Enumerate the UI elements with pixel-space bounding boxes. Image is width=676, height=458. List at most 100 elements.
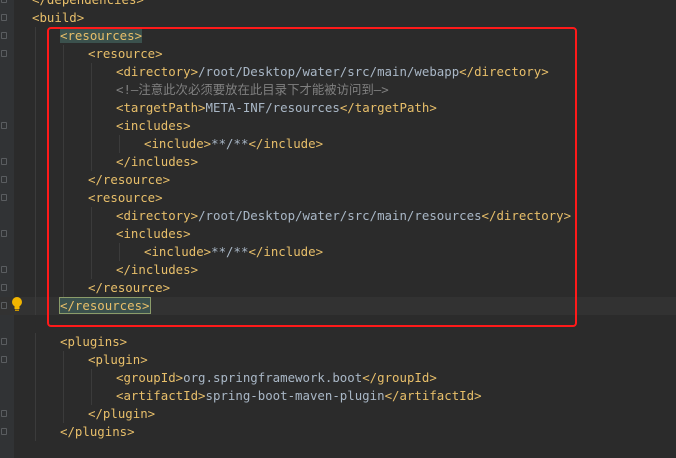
matched-tag: </resources>	[59, 297, 151, 314]
code-line[interactable]: <plugin>	[0, 351, 676, 369]
indent-guide	[35, 45, 36, 63]
indent-guide	[91, 99, 92, 117]
code-lines: </dependencies> <build> <resources> <resour…	[0, 0, 676, 441]
fold-marker-icon[interactable]	[1, 50, 7, 57]
indent-guide	[35, 243, 36, 261]
code-text: <!—注意此次必须要放在此目录下才能被访问到—>	[116, 81, 389, 99]
indent-guide	[35, 405, 36, 423]
indent-guide	[35, 27, 36, 45]
code-line[interactable]: </includes>	[0, 261, 676, 279]
code-line[interactable]: <directory>/root/Desktop/water/src/main/…	[0, 63, 676, 81]
indent-guide	[63, 225, 64, 243]
indent-guide	[91, 243, 92, 261]
code-line[interactable]: <resource>	[0, 45, 676, 63]
indent-guide	[63, 207, 64, 225]
code-line[interactable]: </resource>	[0, 171, 676, 189]
code-line[interactable]: </includes>	[0, 153, 676, 171]
code-line[interactable]: <include>**/**</include>	[0, 243, 676, 261]
code-text: </resource>	[88, 279, 170, 297]
xml-tag: </groupId>	[362, 370, 437, 385]
code-line[interactable]: <includes>	[0, 225, 676, 243]
indent-guide	[63, 171, 64, 189]
code-text: </resource>	[88, 171, 170, 189]
fold-marker-icon[interactable]	[1, 284, 7, 291]
indent-guide	[35, 333, 36, 351]
xml-tag: <build>	[32, 10, 85, 25]
fold-marker-icon[interactable]	[1, 194, 7, 201]
code-line[interactable]: <resources>	[0, 27, 676, 45]
xml-tag: <resource>	[88, 46, 163, 61]
fold-marker-icon[interactable]	[1, 0, 7, 3]
indent-guide	[63, 63, 64, 81]
code-line[interactable]: <plugins>	[0, 333, 676, 351]
xml-tag: <includes>	[116, 226, 191, 241]
indent-guide	[91, 207, 92, 225]
code-text: <artifactId>spring-boot-maven-plugin</ar…	[116, 387, 482, 405]
xml-tag: <groupId>	[116, 370, 184, 385]
code-line[interactable]: </plugins>	[0, 423, 676, 441]
code-text: <includes>	[116, 225, 191, 243]
fold-marker-icon[interactable]	[1, 158, 7, 165]
indent-guide	[63, 243, 64, 261]
indent-guide	[63, 45, 64, 63]
code-line[interactable]: <artifactId>spring-boot-maven-plugin</ar…	[0, 387, 676, 405]
code-line[interactable]: <build>	[0, 9, 676, 27]
code-line[interactable]: <directory>/root/Desktop/water/src/main/…	[0, 207, 676, 225]
code-line[interactable]: <groupId>org.springframework.boot</group…	[0, 369, 676, 387]
indent-guide	[35, 369, 36, 387]
fold-marker-icon[interactable]	[1, 428, 7, 435]
code-line[interactable]: </plugin>	[0, 405, 676, 423]
code-text: </resources>	[59, 297, 151, 315]
xml-tag: </dependencies>	[32, 0, 144, 7]
indent-guide	[63, 189, 64, 207]
code-editor[interactable]: </dependencies> <build> <resources> <resour…	[0, 0, 676, 458]
code-text: <include>**/**</include>	[144, 243, 323, 261]
xml-tag: <targetPath>	[116, 100, 206, 115]
code-text: <include>**/**</include>	[144, 135, 323, 153]
fold-marker-icon[interactable]	[1, 32, 7, 39]
code-line[interactable]: <targetPath>META-INF/resources</targetPa…	[0, 99, 676, 117]
code-line[interactable]: <!—注意此次必须要放在此目录下才能被访问到—>	[0, 81, 676, 99]
fold-marker-icon[interactable]	[1, 338, 7, 345]
fold-marker-icon[interactable]	[1, 356, 7, 363]
fold-marker-icon[interactable]	[1, 410, 7, 417]
indent-guide	[63, 261, 64, 279]
indent-guide	[91, 261, 92, 279]
indent-guide	[63, 81, 64, 99]
fold-marker-icon[interactable]	[1, 230, 7, 237]
xml-text: /root/Desktop/water/src/main/resources	[198, 208, 482, 223]
fold-marker-icon[interactable]	[1, 176, 7, 183]
indent-guide	[35, 297, 36, 315]
code-line[interactable]	[0, 315, 676, 333]
code-line[interactable]: </dependencies>	[0, 0, 676, 9]
indent-guide	[91, 387, 92, 405]
indent-guide	[91, 117, 92, 135]
code-line[interactable]: </resources>	[0, 297, 676, 315]
xml-text: **/**	[211, 136, 249, 151]
indent-guide	[35, 117, 36, 135]
code-text: <targetPath>META-INF/resources</targetPa…	[116, 99, 437, 117]
fold-marker-icon[interactable]	[1, 14, 7, 21]
indent-guide	[63, 117, 64, 135]
code-text: </dependencies>	[32, 0, 144, 9]
code-line[interactable]: <resource>	[0, 189, 676, 207]
indent-guide	[91, 135, 92, 153]
code-line[interactable]: <includes>	[0, 117, 676, 135]
xml-tag: </directory>	[481, 208, 572, 223]
indent-guide	[35, 279, 36, 297]
lightbulb-icon[interactable]	[10, 296, 24, 312]
xml-text: org.springframework.boot	[183, 370, 363, 385]
xml-tag: </plugin>	[88, 406, 156, 421]
code-line[interactable]: </resource>	[0, 279, 676, 297]
fold-marker-icon[interactable]	[1, 302, 7, 309]
indent-guide	[63, 153, 64, 171]
xml-tag: </artifactId>	[384, 388, 482, 403]
indent-guide	[35, 351, 36, 369]
indent-guide	[35, 153, 36, 171]
indent-guide	[119, 243, 120, 261]
xml-tag: <include>	[144, 136, 212, 151]
fold-marker-icon[interactable]	[1, 122, 7, 129]
fold-marker-icon[interactable]	[1, 266, 7, 273]
indent-guide	[63, 369, 64, 387]
code-line[interactable]: <include>**/**</include>	[0, 135, 676, 153]
